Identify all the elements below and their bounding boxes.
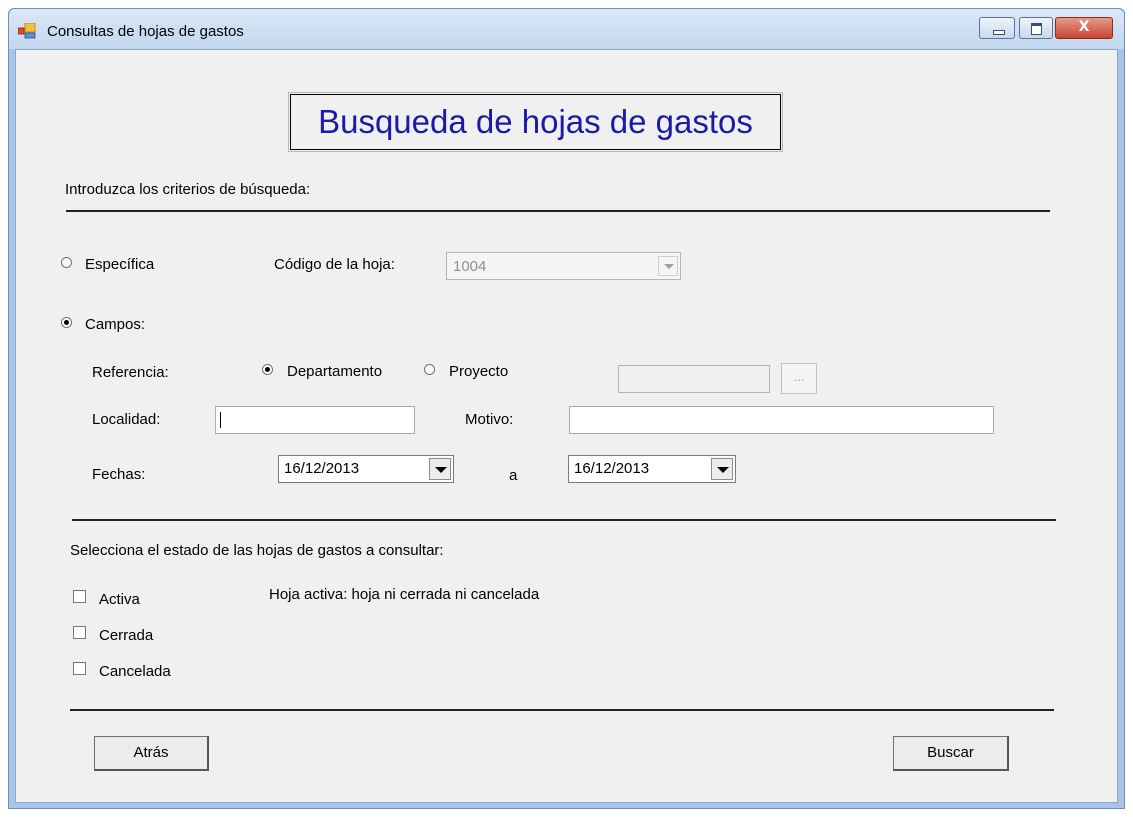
- title-bar[interactable]: Consultas de hojas de gastos X: [9, 9, 1124, 49]
- status-closed-checkbox[interactable]: [73, 626, 86, 639]
- divider-top: [66, 210, 1050, 212]
- dates-label: Fechas:: [92, 466, 146, 483]
- project-field[interactable]: [618, 365, 770, 393]
- close-icon: X: [1078, 19, 1090, 35]
- date-from-picker[interactable]: 16/12/2013: [278, 455, 454, 483]
- back-button[interactable]: Atrás: [94, 736, 209, 771]
- heading-box: Busqueda de hojas de gastos: [288, 92, 783, 152]
- minimize-button[interactable]: [979, 17, 1015, 39]
- window-title: Consultas de hojas de gastos: [47, 23, 244, 40]
- status-active-label[interactable]: Activa: [99, 591, 140, 608]
- sheet-code-combobox[interactable]: 1004: [446, 252, 681, 280]
- app-window: Consultas de hojas de gastos X Busqueda …: [8, 8, 1125, 809]
- divider-bottom: [70, 709, 1054, 711]
- date-to-value: 16/12/2013: [574, 460, 650, 477]
- specific-radio[interactable]: [61, 257, 72, 268]
- app-icon: [18, 23, 36, 39]
- fields-radio[interactable]: [61, 317, 72, 328]
- form-client-area: Busqueda de hojas de gastos Introduzca l…: [15, 49, 1118, 803]
- chevron-down-icon[interactable]: [658, 256, 678, 276]
- status-closed-label[interactable]: Cerrada: [99, 627, 153, 644]
- date-separator: a: [509, 467, 518, 484]
- criteria-label: Introduzca los criterios de búsqueda:: [65, 181, 311, 198]
- close-button[interactable]: X: [1055, 17, 1113, 39]
- calendar-dropdown-icon[interactable]: [711, 458, 733, 480]
- locality-label: Localidad:: [92, 411, 161, 428]
- date-from-value: 16/12/2013: [284, 460, 360, 477]
- status-hint: Hoja activa: hoja ni cerrada ni cancelad…: [269, 586, 540, 603]
- search-button[interactable]: Buscar: [893, 736, 1009, 771]
- fields-label[interactable]: Campos:: [85, 316, 145, 333]
- status-active-checkbox[interactable]: [73, 590, 86, 603]
- status-label: Selecciona el estado de las hojas de gas…: [70, 542, 444, 559]
- divider-middle: [72, 519, 1056, 521]
- reason-input[interactable]: [569, 406, 994, 434]
- locality-input[interactable]: [215, 406, 415, 434]
- reference-label: Referencia:: [92, 364, 169, 381]
- status-cancelled-checkbox[interactable]: [73, 662, 86, 675]
- maximize-button[interactable]: [1019, 17, 1053, 39]
- calendar-dropdown-icon[interactable]: [429, 458, 451, 480]
- project-label[interactable]: Proyecto: [449, 363, 508, 380]
- reason-label: Motivo:: [465, 411, 514, 428]
- date-to-picker[interactable]: 16/12/2013: [568, 455, 736, 483]
- text-caret: [220, 412, 221, 428]
- status-cancelled-label[interactable]: Cancelada: [99, 663, 171, 680]
- browse-project-button[interactable]: ...: [781, 363, 817, 394]
- project-radio[interactable]: [424, 364, 435, 375]
- sheet-code-value: 1004: [453, 258, 487, 275]
- sheet-code-label: Código de la hoja:: [274, 256, 395, 273]
- page-title: Busqueda de hojas de gastos: [318, 103, 753, 140]
- department-label[interactable]: Departamento: [287, 363, 382, 380]
- specific-label[interactable]: Específica: [85, 256, 154, 273]
- department-radio[interactable]: [262, 364, 273, 375]
